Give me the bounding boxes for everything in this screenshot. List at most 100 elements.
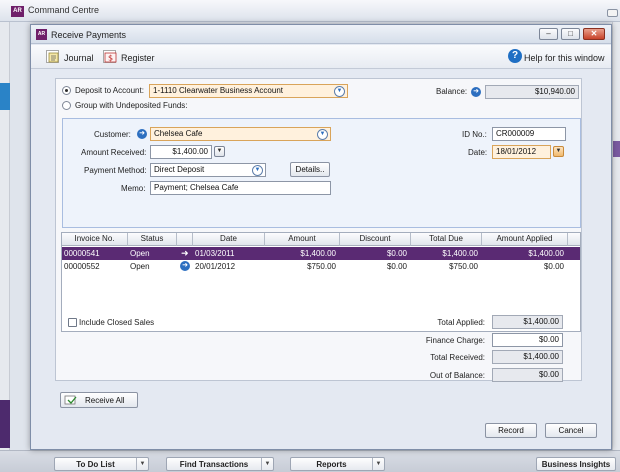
customer-label: Customer: <box>94 130 131 139</box>
column-header-date[interactable]: Date <box>193 233 265 246</box>
invoice-discount[interactable]: $0.00 <box>340 260 409 273</box>
deposit-account-field[interactable]: 1-1110 Clearwater Business Account <box>149 84 348 98</box>
memo-field[interactable]: Payment; Chelsea Cafe <box>150 181 331 195</box>
total-applied-value: $1,400.00 <box>492 315 563 329</box>
date-field[interactable]: 18/01/2012 <box>492 145 551 159</box>
chevron-down-icon[interactable]: ▼ <box>317 129 328 140</box>
include-closed-sales-checkbox[interactable] <box>68 318 77 327</box>
register-label: Register <box>121 53 155 63</box>
command-centre-title: Command Centre <box>28 5 100 15</box>
invoice-discount[interactable]: $0.00 <box>340 247 409 260</box>
amount-received-field[interactable]: $1,400.00 <box>150 145 212 159</box>
arrow-right-icon[interactable]: ➜ <box>179 247 193 260</box>
payment-method-field[interactable]: Direct Deposit <box>150 163 266 177</box>
balance-label: Balance: <box>436 87 468 96</box>
date-label: Date: <box>468 148 488 157</box>
register-icon: $ <box>103 50 117 63</box>
column-header-amount[interactable]: Amount <box>265 233 340 246</box>
receive-all-icon <box>64 395 78 410</box>
invoice-amount-applied[interactable]: $1,400.00 <box>482 247 566 260</box>
payment-method-value: Direct Deposit <box>154 165 205 174</box>
invoice-amount: $1,400.00 <box>300 249 336 258</box>
invoice-date: 20/01/2012 <box>195 262 236 271</box>
close-button[interactable]: ✕ <box>583 28 605 40</box>
invoice-total-due: $750.00 <box>449 262 478 271</box>
id-no-label: ID No.: <box>462 130 487 139</box>
command-centre-left-highlight[interactable] <box>0 83 10 110</box>
arrow-right-icon[interactable]: ➜ <box>178 260 192 273</box>
reports-label: Reports <box>316 460 347 469</box>
calendar-dropdown-icon[interactable]: ▼ <box>553 146 564 157</box>
invoice-status: Open <box>130 249 150 258</box>
customer-field[interactable]: Chelsea Cafe <box>150 127 331 141</box>
finance-charge-field[interactable]: $0.00 <box>492 333 563 347</box>
column-header-amount-applied[interactable]: Amount Applied <box>482 233 568 246</box>
command-centre-minimize-button[interactable] <box>607 9 618 17</box>
journal-label: Journal <box>64 53 94 63</box>
details-button[interactable]: Details.. <box>290 162 330 177</box>
receive-all-label: Receive All <box>85 396 125 405</box>
invoice-amount-applied[interactable]: $0.00 <box>482 260 566 273</box>
invoice-amount: $750.00 <box>307 262 336 271</box>
help-label: Help for this window <box>524 53 605 63</box>
column-header-arrow <box>177 233 193 246</box>
command-centre-left-section[interactable] <box>0 400 10 448</box>
invoice-number[interactable]: 00000552 <box>62 260 128 273</box>
business-insights-button[interactable]: Business Insights <box>536 457 616 471</box>
deposit-to-account-label: Deposit to Account: <box>75 86 144 95</box>
record-button[interactable]: Record <box>485 423 537 438</box>
receive-all-button[interactable]: Receive All <box>60 392 138 408</box>
app-logo-icon: AR <box>11 6 24 17</box>
total-received-value: $1,400.00 <box>492 350 563 364</box>
chevron-down-icon[interactable]: ▼ <box>261 458 273 470</box>
total-received-label: Total Received: <box>430 353 485 362</box>
journal-icon <box>46 50 59 63</box>
balance-value: $10,940.00 <box>485 85 579 99</box>
chevron-down-icon[interactable]: ▼ <box>372 458 384 470</box>
column-header-status[interactable]: Status <box>128 233 177 246</box>
app-logo-icon: AR <box>36 29 47 40</box>
find-transactions-button[interactable]: Find Transactions ▼ <box>166 457 274 471</box>
help-icon: ? <box>508 49 522 63</box>
table-row[interactable]: 00000541 Open ➜ 01/03/2011 $1,400.00 $0.… <box>62 247 580 260</box>
group-undeposited-label: Group with Undeposited Funds: <box>75 101 188 110</box>
window-title: Receive Payments <box>51 30 127 40</box>
maximize-button[interactable]: □ <box>561 28 580 40</box>
total-applied-label: Total Applied: <box>437 318 485 327</box>
invoice-status: Open <box>130 262 150 271</box>
chevron-down-icon[interactable]: ▼ <box>136 458 148 470</box>
table-row[interactable]: 00000552 Open ➜ 20/01/2012 $750.00 $0.00… <box>62 260 580 273</box>
command-centre-right-tab[interactable] <box>613 141 620 157</box>
include-closed-sales-label: Include Closed Sales <box>79 318 155 327</box>
column-header-discount[interactable]: Discount <box>340 233 411 246</box>
chevron-down-icon[interactable]: ▼ <box>252 165 263 176</box>
receive-payments-window: AR Receive Payments – □ ✕ Journal $ Regi… <box>30 24 612 450</box>
find-transactions-label: Find Transactions <box>179 460 249 469</box>
journal-button[interactable]: Journal <box>41 45 101 68</box>
arrow-right-icon[interactable]: ➜ <box>471 87 481 97</box>
minimize-button[interactable]: – <box>539 28 558 40</box>
out-of-balance-label: Out of Balance: <box>429 371 485 380</box>
deposit-to-account-radio[interactable] <box>62 86 71 95</box>
out-of-balance-value: $0.00 <box>492 368 563 382</box>
chevron-down-icon[interactable]: ▼ <box>334 86 345 97</box>
finance-charge-label: Finance Charge: <box>425 336 485 345</box>
register-button[interactable]: $ Register <box>103 45 163 68</box>
calculator-dropdown-icon[interactable]: ▼ <box>214 146 225 157</box>
column-header-invoice[interactable]: Invoice No. <box>62 233 128 246</box>
help-button[interactable]: ? Help for this window <box>501 45 609 68</box>
reports-button[interactable]: Reports ▼ <box>290 457 385 471</box>
column-header-spacer <box>568 233 580 246</box>
business-insights-label: Business Insights <box>541 460 611 469</box>
cancel-button[interactable]: Cancel <box>545 423 597 438</box>
id-no-field[interactable]: CR000009 <box>492 127 566 141</box>
command-centre-right-panel <box>612 22 620 450</box>
invoice-number[interactable]: 00000541 <box>62 247 128 260</box>
group-undeposited-radio[interactable] <box>62 101 71 110</box>
to-do-list-button[interactable]: To Do List ▼ <box>54 457 149 471</box>
invoice-total-due: $1,400.00 <box>442 249 478 258</box>
column-header-total-due[interactable]: Total Due <box>411 233 482 246</box>
arrow-right-icon[interactable]: ➜ <box>137 129 147 139</box>
invoice-date: 01/03/2011 <box>195 249 235 258</box>
customer-value: Chelsea Cafe <box>154 129 203 138</box>
